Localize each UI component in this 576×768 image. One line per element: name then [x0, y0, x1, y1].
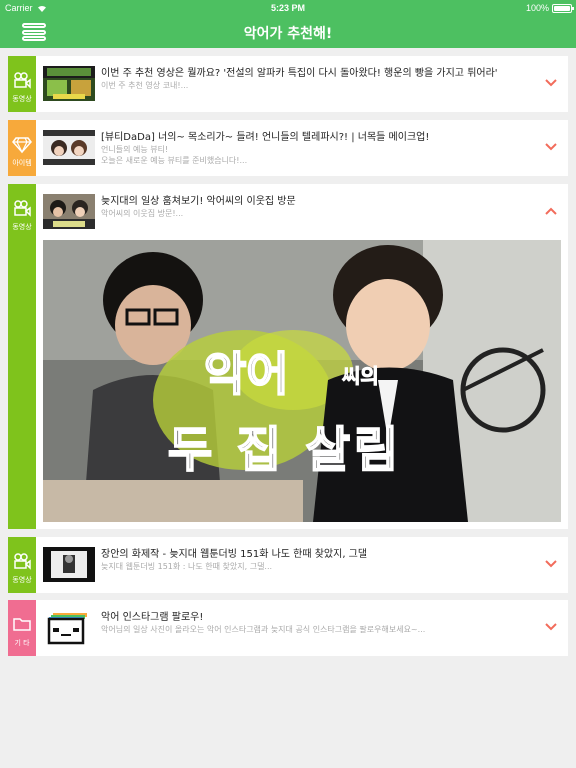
video-thumbnail	[43, 547, 95, 582]
category-label: 동영상	[12, 576, 32, 584]
chevron-down-icon[interactable]	[544, 78, 558, 88]
category-label: 동영상	[12, 223, 32, 231]
video-thumbnail	[43, 66, 95, 101]
list-item[interactable]: 아이템 [뷰티DaDa] 너의~ 목소리가~ 들려! 언니들의 텔레파시?! |…	[8, 120, 568, 176]
list-item[interactable]: 동영상 장안의 화제작 - 늦지대 웹툰더빙 151화 나도 한때 찾았지, 그…	[8, 537, 568, 593]
video-thumbnail	[43, 130, 95, 165]
category-tag-other: 기 타	[8, 600, 36, 656]
battery-status: 100%	[525, 3, 574, 13]
battery-icon	[552, 3, 574, 13]
category-label: 동영상	[12, 95, 32, 103]
video-camera-icon	[14, 200, 31, 217]
category-tag-video: 동영상	[8, 56, 36, 112]
video-camera-icon	[14, 72, 31, 89]
chevron-down-icon[interactable]	[544, 142, 558, 152]
video-camera-icon	[14, 553, 31, 570]
nav-bar: 악어가 추천해!	[0, 18, 576, 48]
list-item[interactable]: 기 타 악어 인스타그램 팔로우! 악어님의 일상 사진이 올라오는 악어 인스…	[8, 600, 568, 656]
card-title: 늦지대의 일상 훔쳐보기! 악어씨의 이웃집 방문	[101, 196, 296, 207]
battery-percent: 100%	[525, 3, 549, 13]
card-subtitle: 악어씨의 이웃집 방문!...	[101, 209, 184, 218]
video-thumbnail	[43, 194, 95, 229]
image-caption-line-3: 두 집 살림	[167, 421, 403, 479]
instagram-character-thumbnail	[43, 610, 95, 645]
category-label: 기 타	[14, 639, 30, 647]
image-caption-line-1: 악어	[203, 346, 290, 402]
chevron-up-icon[interactable]	[544, 206, 558, 216]
chevron-down-icon[interactable]	[544, 559, 558, 569]
clock: 5:23 PM	[270, 3, 305, 13]
card-title: 장안의 화제작 - 늦지대 웹툰더빙 151화 나도 한때 찾았지, 그댈	[101, 549, 368, 560]
card-subtitle: 언니들의 예능 뷰티! 오늘은 새로운 예능 뷰티를 준비했습니다!...	[101, 145, 248, 165]
card-subtitle: 늦지대 웹툰더빙 151화 : 나도 한때 찾았지, 그댈...	[101, 562, 273, 571]
diamond-icon	[12, 137, 32, 154]
folder-icon	[13, 618, 31, 631]
list-item[interactable]: 동영상 이번 주 추천 영상은 뭘까요? '전설의 알파카 특집이 다시 돌아왔…	[8, 56, 568, 112]
chevron-down-icon[interactable]	[544, 622, 558, 632]
card-title: 이번 주 추천 영상은 뭘까요? '전설의 알파카 특집이 다시 돌아왔다! 행…	[101, 68, 498, 79]
category-tag-video: 동영상	[8, 537, 36, 593]
category-label: 아이템	[12, 159, 32, 167]
card-title: 악어 인스타그램 팔로우!	[101, 612, 204, 623]
list-item-expanded[interactable]: 동영상 늦지대의 일상 훔쳐보기! 악어씨의 이웃집 방문 악어씨의 이웃집 방…	[8, 184, 568, 529]
category-tag-video: 동영상	[8, 184, 36, 529]
status-bar: Carrier 5:23 PM 100%	[0, 0, 576, 18]
image-caption-line-2: 씨의	[342, 364, 380, 389]
card-title: [뷰티DaDa] 너의~ 목소리가~ 들려! 언니들의 텔레파시?! | 너목들…	[101, 132, 430, 143]
category-tag-item: 아이템	[8, 120, 36, 176]
card-subtitle: 이번 주 추천 영상 코내!...	[101, 81, 189, 90]
card-subtitle: 악어님의 일상 사진이 올라오는 악어 인스타그램과 늦지대 공식 인스타그램을…	[101, 625, 426, 634]
page-title: 악어가 추천해!	[243, 26, 333, 42]
